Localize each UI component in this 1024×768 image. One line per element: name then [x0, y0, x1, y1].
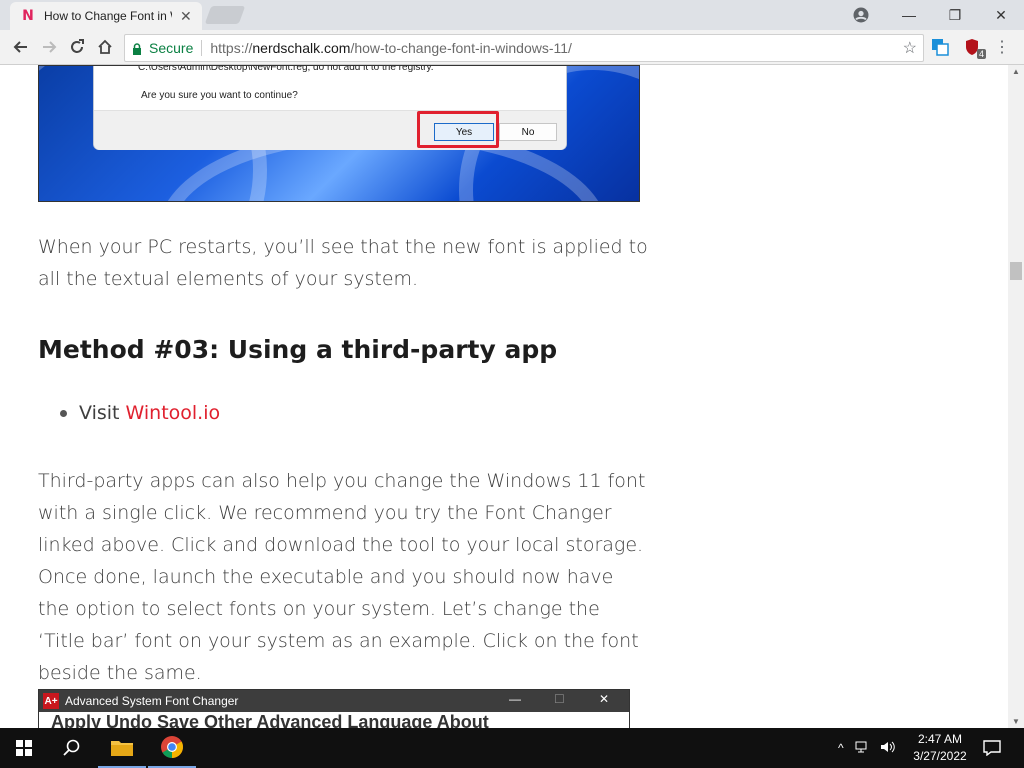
section-heading: Method #03: Using a third-party app — [38, 335, 558, 364]
url-scheme: https:// — [210, 40, 253, 56]
dialog-question: Are you sure you want to continue? — [141, 90, 298, 101]
screenshot-dialog-image: C:\Users\Admin\Desktop\NewFont.reg, do n… — [38, 65, 640, 202]
tab-title: How to Change Font in Windows 11 — [44, 9, 172, 23]
tray-chevron-up-icon[interactable]: ^ — [838, 741, 844, 755]
taskbar-clock[interactable]: 2:47 AM 3/27/2022 — [906, 731, 974, 765]
extension-badge: 4 — [976, 49, 986, 59]
clock-date: 3/27/2022 — [913, 749, 967, 763]
volume-icon[interactable] — [880, 740, 896, 757]
new-tab-button[interactable] — [204, 6, 246, 24]
search-icon[interactable] — [48, 728, 96, 768]
red-highlight-box — [417, 111, 499, 148]
back-icon[interactable] — [11, 37, 31, 57]
reload-icon[interactable] — [67, 37, 87, 57]
maximize-button[interactable]: ❐ — [932, 0, 978, 30]
app-close-icon: ✕ — [599, 692, 610, 706]
font-changer-screenshot: A+ Advanced System Font Changer — ☐ ✕ Ap… — [38, 689, 630, 728]
url-host: nerdschalk.com — [252, 40, 351, 56]
scroll-down-icon[interactable]: ▼ — [1012, 717, 1020, 726]
address-bar[interactable]: Secure https://nerdschalk.com/how-to-cha… — [124, 34, 924, 62]
clock-time: 2:47 AM — [917, 732, 963, 746]
bullet-item: Visit Wintool.io — [60, 402, 220, 424]
bullet-prefix: Visit — [79, 402, 120, 424]
url-path: /how-to-change-font-in-windows-11/ — [350, 40, 572, 56]
minimize-button[interactable]: — — [886, 0, 932, 30]
bullet-dot — [60, 409, 67, 417]
chrome-icon[interactable] — [148, 728, 196, 768]
app-maximize-icon: ☐ — [554, 692, 565, 706]
scroll-up-icon[interactable]: ▲ — [1012, 67, 1020, 76]
profile-icon[interactable] — [850, 4, 872, 26]
close-window-button[interactable]: ✕ — [978, 0, 1024, 30]
bookmark-star-icon[interactable]: ☆ — [903, 38, 917, 58]
notification-center-icon[interactable] — [968, 728, 1016, 768]
secure-label: Secure — [149, 40, 194, 56]
extension-shield-icon[interactable]: 4 — [962, 37, 986, 59]
tab-close-icon[interactable]: ✕ — [180, 8, 192, 25]
browser-toolbar: Secure https://nerdschalk.com/how-to-cha… — [0, 30, 1024, 65]
article-paragraph-1: When your PC restarts, you’ll see that t… — [38, 236, 648, 290]
home-icon[interactable] — [95, 37, 115, 57]
app-minimize-icon: — — [509, 692, 521, 706]
omnibox-separator — [201, 40, 203, 56]
app-logo-icon: A+ — [43, 693, 59, 709]
app-menu-bar: Apply Undo Save Other Advanced Language … — [51, 712, 489, 728]
menu-kebab-icon[interactable]: ⋮ — [992, 37, 1012, 57]
tab-active[interactable]: N How to Change Font in Windows 11 ✕ — [10, 2, 202, 30]
network-icon[interactable] — [854, 740, 870, 757]
app-titlebar: A+ Advanced System Font Changer — ☐ ✕ — [39, 690, 629, 712]
browser-titlebar: N How to Change Font in Windows 11 ✕ — ❐… — [0, 0, 1024, 30]
windows-taskbar: ^ 2:47 AM 3/27/2022 — [0, 728, 1024, 768]
extension-translate-icon[interactable] — [930, 37, 950, 57]
app-title: Advanced System Font Changer — [65, 694, 239, 708]
file-explorer-icon[interactable] — [98, 728, 146, 768]
wintool-link[interactable]: Wintool.io — [126, 402, 221, 424]
dialog-no-button: No — [499, 123, 557, 141]
start-windows-icon[interactable] — [0, 728, 48, 768]
page-content: C:\Users\Admin\Desktop\NewFont.reg, do n… — [0, 65, 1008, 728]
forward-icon[interactable] — [39, 37, 59, 57]
lock-icon — [131, 42, 143, 55]
vertical-scrollbar[interactable]: ▲ ▼ — [1008, 65, 1024, 728]
site-favicon-icon: N — [22, 8, 34, 24]
dialog-path-text: C:\Users\Admin\Desktop\NewFont.reg, do n… — [138, 65, 434, 73]
system-tray: ^ — [838, 728, 896, 768]
article-paragraph-2: Third-party apps can also help you chang… — [38, 470, 646, 684]
scroll-thumb[interactable] — [1010, 262, 1022, 280]
